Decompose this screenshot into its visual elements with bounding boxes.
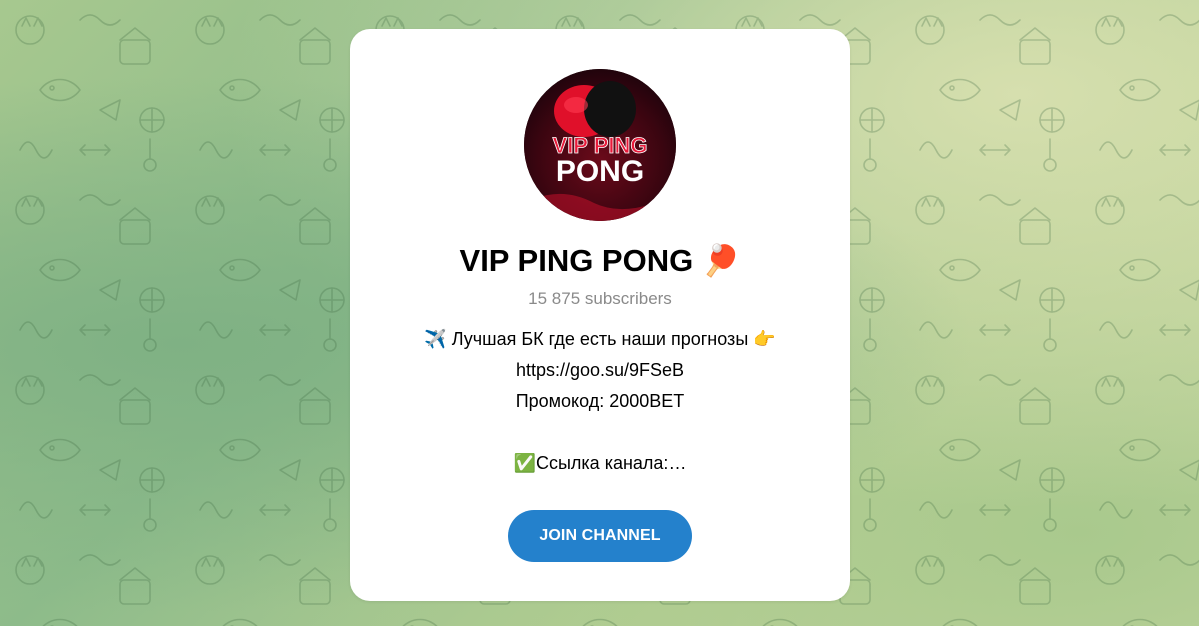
channel-card: VIP PING PONG VIP PING PONG 🏓 15 875 sub…	[350, 29, 850, 601]
subscriber-count: 15 875 subscribers	[528, 289, 672, 308]
join-channel-button[interactable]: JOIN CHANNEL	[508, 510, 692, 562]
description-line-5-text: Ссылка канала:…	[535, 453, 687, 473]
channel-title: VIP PING PONG 🏓	[350, 241, 850, 281]
description-line-1-text: Лучшая БК где есть наши прогнозы	[451, 329, 749, 349]
avatar-text-bottom: PONG	[556, 155, 644, 188]
description-line-1: ✈️ Лучшая БК где есть наши прогнозы 👉	[370, 324, 830, 355]
description-line-5: ✅Ссылка канала:…	[370, 448, 830, 479]
channel-description: ✈️ Лучшая БК где есть наши прогнозы 👉 ht…	[370, 324, 830, 479]
check-mark-emoji-icon: ✅	[513, 453, 536, 473]
pointing-hand-emoji-icon: 👉	[753, 329, 776, 349]
channel-title-text: VIP PING PONG	[459, 243, 694, 278]
ping-pong-emoji-icon: 🏓	[701, 243, 741, 278]
airplane-emoji-icon: ✈️	[424, 329, 447, 349]
description-link[interactable]: https://goo.su/9FSeB	[370, 355, 830, 386]
description-promo-code: Промокод: 2000BET	[515, 391, 685, 411]
channel-avatar: VIP PING PONG	[524, 69, 676, 221]
